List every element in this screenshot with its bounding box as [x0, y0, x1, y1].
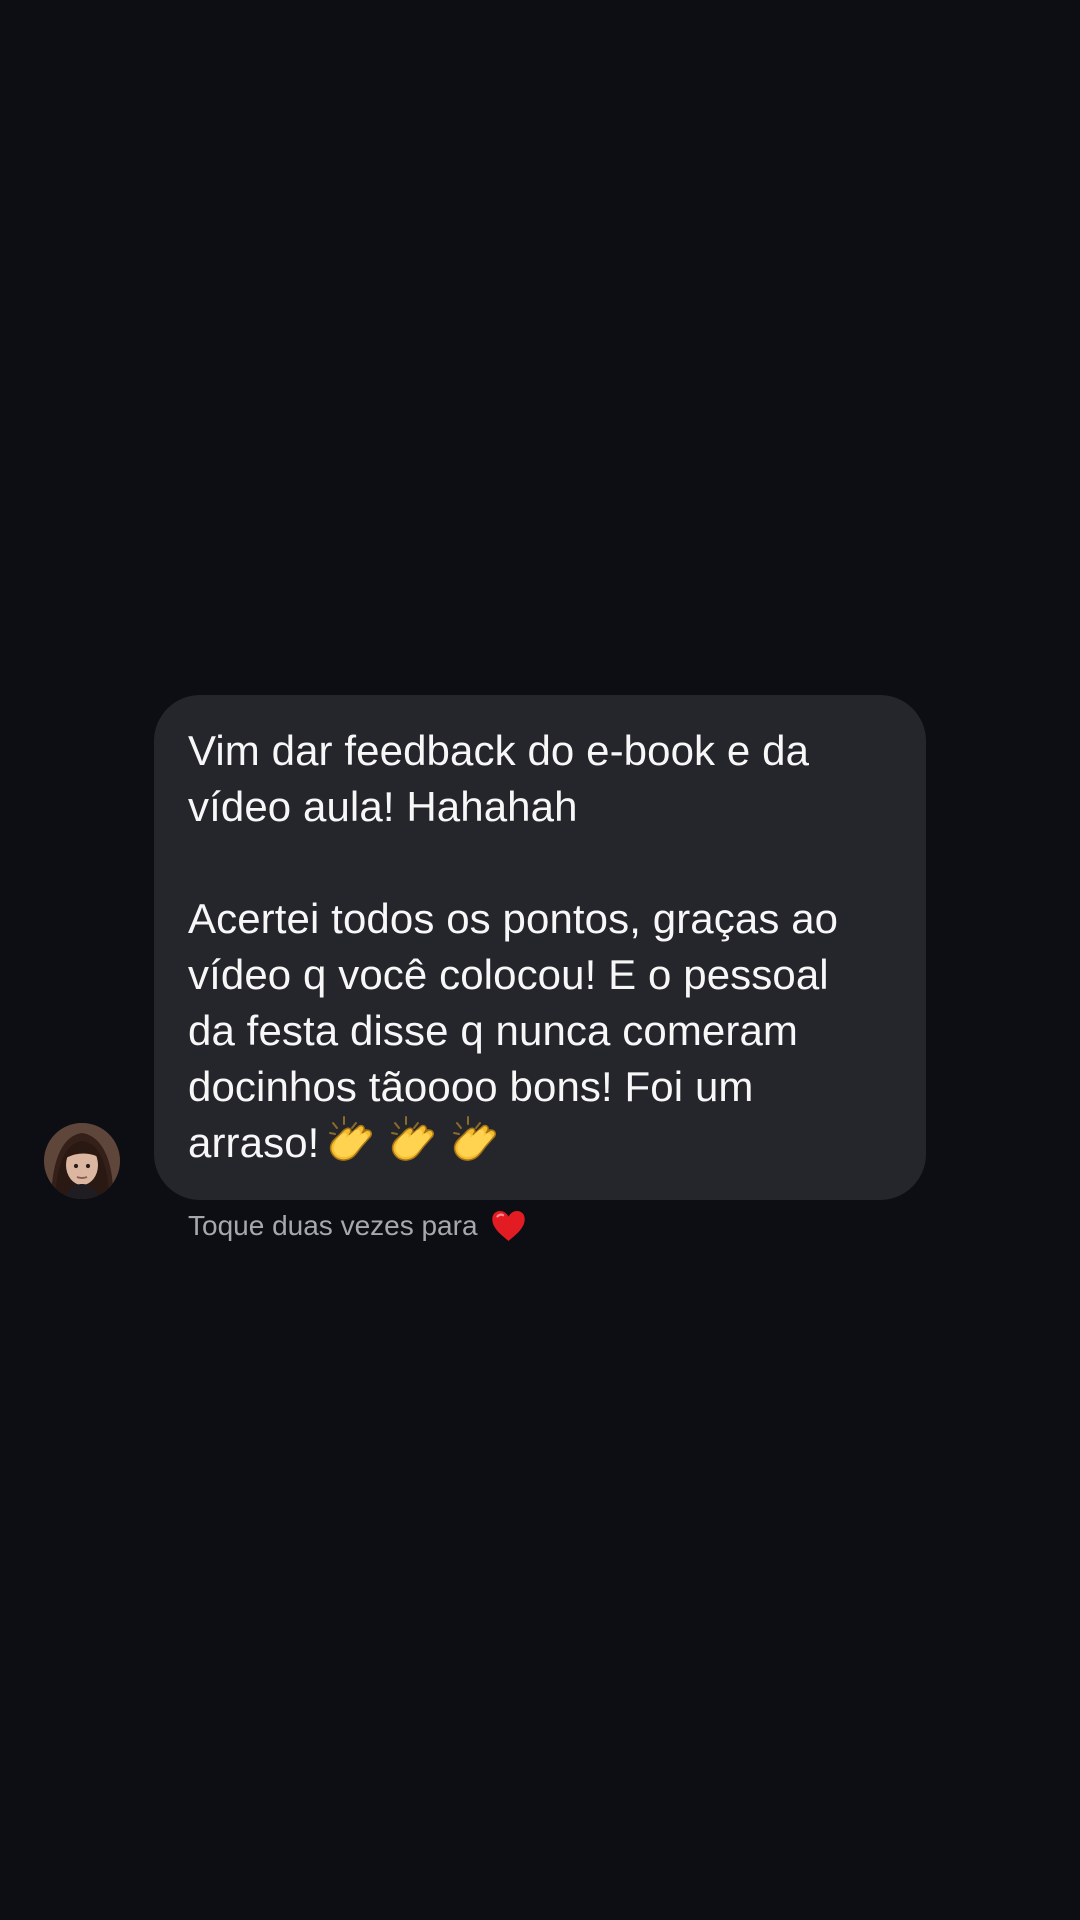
clapping-hands-icon [391, 1116, 435, 1161]
clapping-hands-icon [329, 1116, 373, 1161]
profile-photo-icon [44, 1123, 120, 1199]
red-heart-icon [491, 1211, 525, 1241]
message-text-line: vídeo q você colocou! E o pessoal [188, 951, 829, 998]
message-text-line: Vim dar feedback do e-book e da [188, 727, 810, 774]
message-text-line: arraso! [188, 1119, 320, 1166]
message-text: Vim dar feedback do e-book e da vídeo au… [188, 723, 892, 1171]
reaction-hint-text: Toque duas vezes para [188, 1210, 478, 1241]
message-row: Vim dar feedback do e-book e da vídeo au… [0, 695, 1080, 1255]
clap-emoji-group [323, 1115, 509, 1171]
chat-screen: Vim dar feedback do e-book e da vídeo au… [0, 0, 1080, 1920]
clapping-hands-icon [453, 1116, 497, 1161]
message-text-line: Acertei todos os pontos, graças ao [188, 895, 839, 942]
message-bubble[interactable]: Vim dar feedback do e-book e da vídeo au… [154, 695, 926, 1200]
double-tap-reaction-hint: Toque duas vezes para [188, 1206, 527, 1246]
avatar[interactable] [44, 1123, 120, 1199]
message-text-line: vídeo aula! Hahahah [188, 783, 578, 830]
message-text-line: docinhos tãoooo bons! Foi um [188, 1063, 754, 1110]
message-text-line: da festa disse q nunca comeram [188, 1007, 798, 1054]
